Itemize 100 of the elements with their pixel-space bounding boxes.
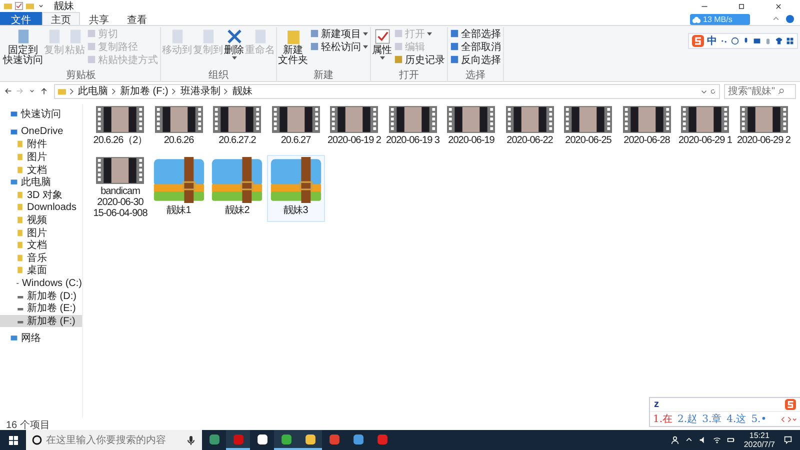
ribbon-button[interactable]: 全部选择 — [449, 27, 502, 40]
restore-icon[interactable] — [738, 2, 745, 10]
shirt-icon[interactable] — [775, 37, 783, 45]
caret-icon[interactable] — [37, 2, 45, 10]
tree-item[interactable]: 图片 — [0, 150, 82, 164]
battery-icon[interactable] — [726, 436, 735, 444]
notification-icon[interactable] — [784, 436, 792, 444]
ribbon-button[interactable]: 固定到 快速访问 — [3, 27, 43, 70]
ime-candidate[interactable]: 3.章 — [702, 412, 722, 426]
ribbon-button[interactable]: 反向选择 — [449, 53, 502, 66]
clock[interactable]: 15:21 2020/7/7 — [744, 431, 775, 449]
archive-icon — [268, 157, 323, 203]
refresh-icon[interactable] — [710, 88, 716, 94]
file-item[interactable]: bandicam 2020-06-30 15-06-04-908 — [91, 155, 150, 222]
properties-icon — [374, 28, 390, 45]
wifi-icon[interactable] — [712, 436, 721, 444]
ime-candidate[interactable]: 1.在 — [653, 412, 673, 426]
tree-item[interactable]: 网络 — [0, 332, 82, 345]
file-item[interactable]: 20.6.26（2） — [91, 104, 150, 149]
video-thumbnail — [272, 106, 320, 133]
tree-item[interactable]: 附件 — [0, 138, 82, 151]
file-item[interactable]: 靓妹1 — [150, 155, 208, 222]
close-icon[interactable] — [775, 2, 782, 10]
chevron-right-icon — [111, 88, 117, 94]
tree-item[interactable]: 新加卷 (E:) — [0, 302, 82, 314]
search-field[interactable]: 搜索"靓妹" — [724, 84, 796, 98]
tree-item[interactable]: Downloads — [0, 201, 82, 214]
tree-item[interactable]: OneDrive — [0, 126, 82, 138]
tree-item[interactable]: 文档 — [0, 238, 82, 252]
tree-item[interactable]: 图片 — [0, 226, 82, 239]
file-item[interactable]: 靓妹3 — [266, 155, 325, 222]
speaker-icon[interactable] — [698, 436, 707, 444]
help-icon[interactable] — [786, 14, 794, 22]
file-item[interactable]: 2020-06-22 — [500, 104, 559, 149]
people-icon[interactable] — [670, 436, 679, 444]
cortana-icon[interactable] — [32, 435, 42, 445]
ribbon-tab[interactable]: 查看 — [118, 12, 156, 25]
taskbar-app[interactable] — [226, 430, 250, 450]
tree-item[interactable]: 文档 — [0, 163, 82, 176]
taskbar-app[interactable] — [298, 430, 322, 450]
file-item[interactable]: 20.6.26 — [150, 104, 208, 149]
up-arrow-icon[interactable] — [40, 87, 48, 95]
input-mode-toggle[interactable]: 中 — [707, 34, 717, 48]
tree-item[interactable]: Windows (C:) — [0, 276, 82, 290]
file-item[interactable]: 20.6.27 — [266, 104, 325, 149]
ribbon-button[interactable]: 轻松访问 — [309, 40, 369, 53]
file-item[interactable]: 2020-06-25 — [559, 104, 618, 149]
breadcrumb[interactable]: 靓妹 — [232, 84, 252, 98]
ribbon-button[interactable]: 历史记录 — [393, 53, 446, 66]
ribbon-button[interactable]: 属性 — [372, 27, 392, 70]
file-item[interactable]: 2020-06-29 1 — [676, 104, 734, 149]
chevron-right-icon — [69, 88, 75, 94]
file-item[interactable]: 20.6.27.2 — [208, 104, 266, 149]
ime-candidate[interactable]: 4.这 — [726, 412, 746, 426]
ribbon-button[interactable]: 删除 — [224, 27, 244, 70]
windows-logo-icon — [8, 436, 18, 444]
caret-icon[interactable] — [701, 88, 707, 94]
grid-icon[interactable] — [786, 37, 794, 45]
tree-item[interactable]: 快速访问 — [0, 108, 82, 121]
microphone-icon[interactable] — [186, 435, 196, 445]
tree-item[interactable]: 此电脑 — [0, 176, 82, 189]
properties-icon[interactable] — [15, 2, 23, 10]
tree-item[interactable]: 音乐 — [0, 252, 82, 264]
file-item[interactable]: 2020-06-19 — [442, 104, 500, 149]
breadcrumb[interactable]: 班港录制 — [180, 84, 220, 98]
ribbon-tab[interactable]: 文件 — [0, 12, 42, 25]
file-item[interactable]: 2020-06-28 — [618, 104, 676, 149]
ribbon-tab[interactable]: 共享 — [80, 12, 118, 25]
tree-item[interactable]: 3D 对象 — [0, 188, 82, 202]
file-item[interactable]: 2020-06-19 3 — [384, 104, 442, 149]
chevron-right-icon — [223, 88, 230, 94]
punctuation-icon[interactable] — [720, 37, 728, 45]
app-icon — [352, 434, 364, 444]
caret-icon[interactable] — [28, 87, 36, 95]
ime-candidate[interactable]: 5.• — [751, 414, 767, 424]
ime-candidate[interactable]: 2.赵 — [678, 412, 698, 426]
file-item[interactable]: 靓妹2 — [208, 155, 266, 222]
taskbar-app[interactable] — [274, 430, 298, 450]
chevron-icon[interactable] — [772, 14, 780, 22]
ribbon-button[interactable]: 新建 文件夹 — [278, 27, 308, 70]
file-item[interactable]: 2020-06-29 2 — [734, 104, 793, 149]
tree-item[interactable]: 视频 — [0, 214, 82, 226]
sogou-logo-icon[interactable] — [692, 35, 704, 47]
microphone-icon[interactable] — [742, 37, 750, 45]
video-thumbnail — [564, 106, 612, 133]
search-icon — [778, 88, 784, 94]
ribbon-button[interactable]: 新建项目 — [309, 27, 369, 40]
video-thumbnail — [96, 157, 144, 184]
breadcrumb[interactable]: 新加卷 (F:) — [120, 84, 168, 98]
back-arrow-icon[interactable] — [4, 87, 12, 95]
breadcrumb[interactable]: 此电脑 — [78, 84, 108, 98]
tree-item[interactable]: 新加卷 (D:) — [0, 289, 82, 302]
ribbon-tab[interactable]: 主页 — [42, 12, 80, 25]
tree-item[interactable]: 桌面 — [0, 264, 82, 277]
file-item[interactable]: 2020-06-19 2 — [325, 104, 384, 149]
address-field[interactable]: 此电脑 新加卷 (F:) 班港录制 靓妹 — [54, 84, 720, 98]
page-arrows-icon[interactable] — [781, 416, 797, 422]
tree-item[interactable]: 新加卷 (F:) — [0, 314, 82, 328]
chevron-up-icon[interactable] — [684, 436, 693, 444]
ribbon-button[interactable]: 全部取消 — [449, 40, 502, 53]
